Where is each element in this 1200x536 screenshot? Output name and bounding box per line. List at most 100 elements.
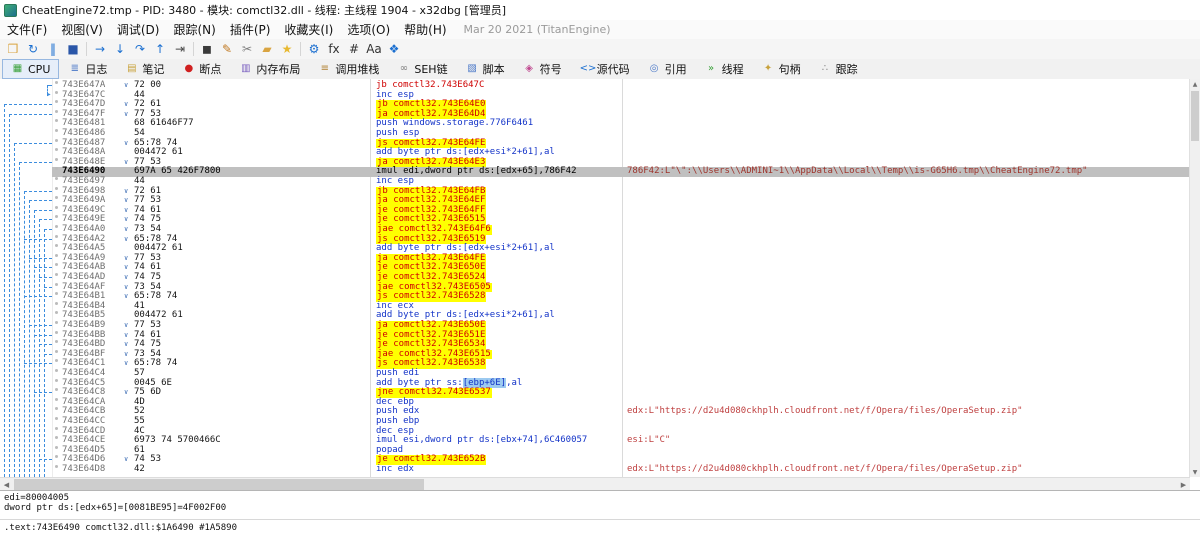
jump-direction-icon: ∨	[124, 388, 129, 397]
step-out-button[interactable]: ↑	[150, 40, 170, 58]
disasm-row[interactable]: 743E6486 54 push esp	[0, 128, 1190, 139]
disasm-row[interactable]: 743E64C1 ∨ 65:78 74 js comctl32.743E6538	[0, 359, 1190, 369]
tab-references[interactable]: ◎ 引用	[639, 59, 696, 79]
disasm-row[interactable]: 743E64CC 55 push ebp	[0, 416, 1190, 427]
instruction-dot	[55, 359, 58, 363]
instruction-dot	[55, 455, 58, 459]
instruction-dot	[55, 397, 58, 401]
snip-button[interactable]: ✂	[237, 40, 257, 58]
appearance-window-icon: ❖	[388, 42, 400, 56]
comment-cell: edx:L"https://d2u4d080ckhplh.cloudfront.…	[627, 464, 1023, 474]
tab-source[interactable]: <> 源代码	[571, 59, 639, 79]
stop-button[interactable]: ■	[63, 40, 83, 58]
tab-log[interactable]: ≣ 日志	[59, 59, 116, 79]
disasm-row[interactable]: 743E64B9 ∨ 77 53 ja comctl32.743E650E	[0, 320, 1190, 331]
tab-threads[interactable]: » 线程	[696, 59, 753, 79]
app-icon	[4, 3, 17, 17]
notes-pencil-button[interactable]: ✎	[217, 40, 237, 58]
restart-button[interactable]: ↻	[23, 40, 43, 58]
menu-trace[interactable]: 跟踪(N)	[166, 20, 222, 39]
menu-plugins[interactable]: 插件(P)	[223, 20, 278, 39]
instruction-dot	[55, 109, 58, 113]
notes-icon: ▤	[127, 63, 137, 74]
horizontal-scrollbar-thumb[interactable]	[14, 479, 424, 490]
tab-handles[interactable]: ✦ 句柄	[753, 59, 810, 79]
step-into-button[interactable]: ↓	[110, 40, 130, 58]
notes-pencil-icon: ✎	[221, 42, 233, 56]
patches-button[interactable]: ▰	[257, 40, 277, 58]
disasm-row[interactable]: 743E64B5 004472 61 add byte ptr ds:[edx+es…	[0, 311, 1190, 321]
disasm-row[interactable]: 743E64C8 ∨ 75 6D jne comctl32.743E6537	[0, 388, 1190, 398]
jump-direction-icon: ∨	[124, 330, 129, 339]
disasm-row[interactable]: 743E64BF ∨ 73 54 jae comctl32.743E6515	[0, 349, 1190, 360]
tab-symbols[interactable]: ◈ 符号	[514, 59, 571, 79]
instruction-dot	[55, 90, 58, 94]
menu-help[interactable]: 帮助(H)	[397, 20, 453, 39]
appearance-window-button[interactable]: ❖	[384, 40, 404, 58]
calculator-fx-button[interactable]: fx	[324, 40, 344, 58]
strings-az-button[interactable]: Aa	[364, 40, 384, 58]
horizontal-scrollbar[interactable]: ◀ ▶	[0, 477, 1190, 491]
disasm-row[interactable]: 743E64B1 ∨ 65:78 74 js comctl32.743E6528	[0, 292, 1190, 302]
tab-call-stack[interactable]: ≡ 调用堆栈	[309, 59, 388, 79]
menu-options[interactable]: 选项(O)	[340, 20, 397, 39]
disasm-row[interactable]: 743E648A 004472 61 add byte ptr ds:[edx+es…	[0, 148, 1190, 158]
breakpoint-hash-button[interactable]: #	[344, 40, 364, 58]
disasm-row[interactable]: 743E64AF ∨ 73 54 jae comctl32.743E6505	[0, 282, 1190, 293]
vertical-scrollbar-thumb[interactable]	[1191, 91, 1199, 141]
disasm-row[interactable]: 743E649C ∨ 74 61 je comctl32.743E64FF	[0, 205, 1190, 216]
toolbar-separator	[300, 42, 301, 56]
disasm-row[interactable]: 743E6490 697A 65 426F7800 imul edi,dword p…	[0, 167, 1190, 177]
disasm-row[interactable]: 743E64BD ∨ 74 75 je comctl32.743E6534	[0, 340, 1190, 350]
disasm-row[interactable]: 743E64C5 0045 6E add byte ptr ss:[ebp+6E],…	[0, 377, 1190, 389]
disasm-row[interactable]: 743E64AB ∨ 74 61 je comctl32.743E650E	[0, 263, 1190, 273]
run-button[interactable]: →	[90, 40, 110, 58]
tab-script[interactable]: ▧ 脚本	[457, 59, 514, 79]
disasm-row[interactable]: 743E64D5 61 popad	[0, 445, 1190, 456]
tab-memory-map[interactable]: ▥ 内存布局	[230, 59, 309, 79]
disasm-row[interactable]: 743E64CE 6973 74 5700466C imul esi,dword p…	[0, 436, 1190, 446]
tab-trace[interactable]: ∴ 跟踪	[810, 59, 867, 79]
animate-into-button[interactable]: ◼	[197, 40, 217, 58]
run-to-user-code-button[interactable]: ⇥	[170, 40, 190, 58]
menu-view[interactable]: 视图(V)	[54, 20, 110, 39]
tab-cpu[interactable]: ▦ CPU	[2, 59, 60, 79]
disasm-row[interactable]: 743E64AD ∨ 74 75 je comctl32.743E6524	[0, 272, 1190, 283]
disasm-row[interactable]: 743E6498 ∨ 72 61 jb comctl32.743E64FB	[0, 186, 1190, 197]
step-over-button[interactable]: ↷	[130, 40, 150, 58]
disasm-row[interactable]: 743E6481 68 61646F77 push windows.storage.…	[0, 119, 1190, 129]
menu-file[interactable]: 文件(F)	[0, 20, 54, 39]
instruction-dot	[55, 445, 58, 449]
disasm-row[interactable]: 743E647C 44 inc esp	[0, 90, 1190, 101]
tab-notes[interactable]: ▤ 笔记	[116, 59, 173, 79]
tab-seh[interactable]: ∞ SEH链	[388, 59, 456, 79]
menu-favourites[interactable]: 收藏夹(I)	[277, 20, 340, 39]
favourites-button[interactable]: ★	[277, 40, 297, 58]
vertical-scrollbar[interactable]: ▲ ▼	[1189, 79, 1200, 477]
disasm-row[interactable]: 743E649E ∨ 74 75 je comctl32.743E6515	[0, 215, 1190, 225]
instruction-dot	[55, 81, 58, 84]
open-file-button[interactable]: ❒	[3, 40, 23, 58]
disasm-row[interactable]: 743E64BB ∨ 74 61 je comctl32.743E651E	[0, 330, 1190, 341]
instruction-dot	[55, 129, 58, 132]
disasm-row[interactable]: 743E64A0 ∨ 73 54 jae comctl32.743E64F6	[0, 224, 1190, 235]
disassembly-view[interactable]: ▶ 743E647A ∨ 72 00 jb comctl32.743E647C 743E…	[0, 79, 1190, 477]
disasm-row[interactable]: 743E649A ∨ 77 53 ja comctl32.743E64EF	[0, 196, 1190, 206]
menu-debug[interactable]: 调试(D)	[110, 20, 167, 39]
scroll-down-icon[interactable]: ▼	[1190, 467, 1200, 477]
disasm-row[interactable]: 743E647D ∨ 72 61 jb comctl32.743E64E0	[0, 100, 1190, 110]
pause-button[interactable]: ‖	[43, 40, 63, 58]
settings-gear-button[interactable]: ⚙	[304, 40, 324, 58]
disasm-row[interactable]: 743E64A5 004472 61 add byte ptr ds:[edx+es…	[0, 244, 1190, 254]
disasm-row[interactable]: 743E64C4 57 push edi	[0, 368, 1190, 379]
disasm-row[interactable]: 743E6497 44 inc esp	[0, 176, 1190, 187]
tab-label: 源代码	[596, 63, 630, 76]
disasm-row[interactable]: 743E64CB 52 push edx edx:L"https://d2u4d080…	[0, 407, 1190, 417]
disasm-row[interactable]: 743E647A ∨ 72 00 jb comctl32.743E647C	[0, 80, 1190, 91]
tab-label: CPU	[28, 62, 51, 76]
tab-breakpoints[interactable]: ● 断点	[173, 59, 230, 79]
disasm-row[interactable]: 743E64D8 42 inc edx edx:L"https://d2u4d080c…	[0, 464, 1190, 475]
instruction-dot	[55, 426, 58, 430]
disasm-row[interactable]: 743E64A9 ∨ 77 53 ja comctl32.743E64FE	[0, 253, 1190, 264]
scroll-up-icon[interactable]: ▲	[1190, 79, 1200, 89]
